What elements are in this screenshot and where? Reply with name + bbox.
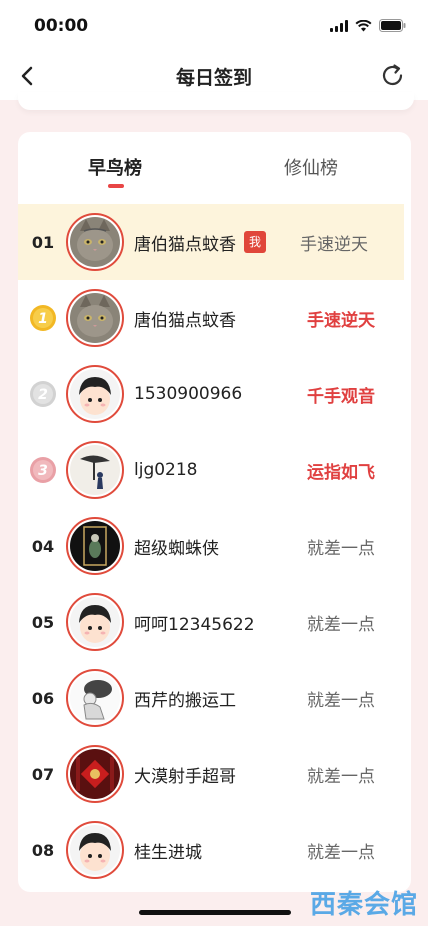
- header-card: [18, 92, 414, 110]
- cat-avatar: [70, 293, 120, 343]
- user-name: ljg0218: [134, 460, 198, 480]
- avatar[interactable]: [66, 365, 124, 423]
- cat-avatar: [70, 217, 120, 267]
- user-title: 就差一点: [307, 690, 375, 711]
- tab-early-bird[interactable]: 早鸟榜: [88, 154, 142, 180]
- figure-avatar: [70, 673, 120, 723]
- tab-xiuxian[interactable]: 修仙榜: [284, 154, 338, 180]
- avatar[interactable]: [66, 289, 124, 347]
- rank-number: 08: [31, 840, 55, 860]
- leaderboard-row[interactable]: 2 1530900966 千手观音: [18, 356, 411, 432]
- user-title: 千手观音: [307, 386, 375, 407]
- avatar[interactable]: [66, 821, 124, 879]
- user-name: 大漠射手超哥: [134, 766, 236, 787]
- user-name: 唐伯猫点蚊香: [134, 234, 236, 255]
- medal-rank-3: 3: [38, 463, 48, 479]
- user-name: 唐伯猫点蚊香: [134, 310, 236, 331]
- tab-active-indicator: [108, 184, 124, 188]
- leaderboard-row[interactable]: 05 呵呵12345622 就差一点: [18, 584, 411, 660]
- rank-number: 04: [31, 536, 55, 556]
- user-name: 桂生进城: [134, 842, 202, 863]
- me-badge: 我: [244, 231, 266, 253]
- user-title: 手速逆天: [300, 234, 368, 255]
- rank-number: 07: [31, 764, 55, 784]
- avatar[interactable]: [66, 669, 124, 727]
- cartoon-avatar: [70, 597, 120, 647]
- medal-rank-2: 2: [38, 387, 48, 403]
- user-title: 运指如飞: [307, 462, 375, 483]
- leaderboard-row[interactable]: 06 西芹的搬运工 就差一点: [18, 660, 411, 736]
- avatar[interactable]: [66, 517, 124, 575]
- battery-icon: [379, 19, 406, 32]
- avatar[interactable]: [66, 441, 124, 499]
- bronze-medal-icon: 3: [30, 457, 56, 483]
- user-title: 就差一点: [307, 538, 375, 559]
- user-name: 西芹的搬运工: [134, 690, 236, 711]
- my-rank-row[interactable]: 01 唐伯猫点蚊香 我 手速逆天: [18, 204, 404, 280]
- user-title: 就差一点: [307, 842, 375, 863]
- user-title: 手速逆天: [307, 310, 375, 331]
- wifi-icon: [355, 19, 372, 32]
- leaderboard-row[interactable]: 04 超级蜘蛛侠 就差一点: [18, 508, 411, 584]
- leaderboard-row[interactable]: 08 桂生进城 就差一点: [18, 812, 411, 888]
- cartoon-avatar: [70, 369, 120, 419]
- status-icons: [330, 19, 406, 32]
- ink-avatar: [70, 445, 120, 495]
- leaderboard-row[interactable]: 07 大漠射手超哥 就差一点: [18, 736, 411, 812]
- user-title: 就差一点: [307, 766, 375, 787]
- silver-medal-icon: 2: [30, 381, 56, 407]
- rank-number: 01: [31, 232, 55, 252]
- cartoon-avatar: [70, 825, 120, 875]
- page-title: 每日签到: [175, 67, 252, 89]
- medal-rank-1: 1: [38, 311, 48, 327]
- status-bar: 00:00: [0, 0, 428, 52]
- home-indicator[interactable]: [139, 910, 291, 915]
- avatar[interactable]: [66, 593, 124, 651]
- signal-icon: [330, 19, 348, 32]
- avatar[interactable]: [66, 745, 124, 803]
- fu-avatar: [70, 749, 120, 799]
- leaderboard-row[interactable]: 1 唐伯猫点蚊香 手速逆天: [18, 280, 411, 356]
- leaderboard-tabs: 早鸟榜 修仙榜: [18, 132, 411, 194]
- user-title: 就差一点: [307, 614, 375, 635]
- leaderboard-row[interactable]: 3 ljg0218 运指如飞: [18, 432, 411, 508]
- user-name: 超级蜘蛛侠: [134, 538, 219, 559]
- gold-medal-icon: 1: [30, 305, 56, 331]
- avatar[interactable]: [66, 213, 124, 271]
- refresh-icon: [382, 64, 403, 86]
- dark-avatar: [70, 521, 120, 571]
- leaderboard-card: 早鸟榜 修仙榜 01 唐伯猫点蚊香 我 手速逆天 1 唐伯猫点蚊香 手速逆天 2: [18, 132, 411, 892]
- watermark-logo: 西秦会馆: [309, 890, 418, 920]
- rank-number: 06: [31, 688, 55, 708]
- rank-number: 05: [31, 612, 55, 632]
- status-time: 00:00: [34, 16, 89, 36]
- refresh-button[interactable]: [378, 61, 408, 91]
- user-name: 1530900966: [134, 384, 243, 404]
- user-name: 呵呵12345622: [134, 614, 255, 635]
